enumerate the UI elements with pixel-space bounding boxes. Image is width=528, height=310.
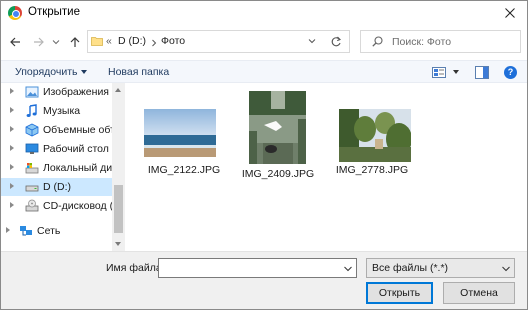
desktop-icon (25, 143, 39, 154)
file-item[interactable]: IMG_2778.JPG (328, 97, 416, 197)
network-icon (20, 226, 32, 236)
forward-button[interactable] (31, 34, 47, 50)
sidebar-item-pictures[interactable]: Изображения (1, 83, 112, 101)
dialog-footer: Имя файла: Все файлы (*.*) Открыть Отмен… (1, 251, 527, 309)
close-icon (505, 8, 515, 18)
file-item[interactable]: IMG_2122.JPG (140, 97, 228, 197)
expand-arrow-icon[interactable] (10, 145, 14, 151)
3d-objects-icon (25, 123, 39, 137)
chevron-down-icon[interactable] (308, 37, 316, 45)
command-bar: Упорядочить Новая папка ? (1, 60, 527, 83)
sidebar-item-label: Музыка (43, 105, 81, 117)
navigation-bar: « D (D:) Фото Поиск: Фото (1, 27, 527, 57)
breadcrumb-overflow[interactable]: « (106, 35, 112, 47)
trees-thumbnail (339, 109, 411, 162)
scroll-down-icon[interactable] (115, 242, 121, 246)
scrollbar-thumb[interactable] (114, 185, 123, 233)
refresh-icon (331, 36, 341, 46)
search-box[interactable]: Поиск: Фото (360, 30, 521, 53)
sidebar-item-label: Локальный диск (C:) (43, 162, 113, 174)
window-title: Открытие (28, 6, 80, 18)
chevron-down-icon (52, 40, 60, 45)
search-placeholder: Поиск: Фото (392, 36, 452, 48)
sidebar-item-desktop[interactable]: Рабочий стол (1, 140, 112, 158)
back-button[interactable] (7, 34, 23, 50)
folder-icon (91, 37, 103, 46)
pictures-icon (25, 86, 39, 98)
file-name: IMG_2122.JPG (147, 164, 221, 176)
sidebar-item-label: Рабочий стол (43, 143, 109, 155)
sidebar-item-3d-objects[interactable]: Объемные объекты (1, 121, 113, 139)
arrow-up-icon (70, 37, 80, 47)
expand-arrow-icon[interactable] (10, 88, 14, 94)
arrow-left-icon (10, 37, 20, 47)
sidebar-item-cd-drive[interactable]: CD-дисковод (F:) (1, 197, 113, 215)
recent-locations-button[interactable] (51, 34, 61, 50)
organize-label: Упорядочить (15, 66, 78, 78)
expand-arrow-icon[interactable] (10, 183, 14, 189)
chevron-down-icon[interactable] (344, 266, 352, 272)
sidebar-item-network[interactable]: Сеть (1, 222, 112, 240)
arrow-right-icon (34, 37, 44, 47)
cd-drive-icon (25, 199, 39, 212)
scroll-up-icon[interactable] (115, 88, 121, 92)
open-button[interactable]: Открыть (366, 282, 433, 304)
expand-arrow-icon[interactable] (6, 227, 10, 233)
sidebar-item-label: D (D:) (43, 181, 71, 193)
title-bar: Открытие (1, 1, 527, 25)
filename-input[interactable] (158, 258, 357, 278)
drive-icon (25, 185, 39, 192)
close-button[interactable] (493, 1, 527, 25)
sidebar-item-music[interactable]: Музыка (1, 102, 112, 120)
help-icon[interactable]: ? (504, 66, 517, 79)
file-name: IMG_2778.JPG (335, 164, 409, 176)
sidebar-item-d-drive[interactable]: D (D:) (1, 178, 112, 196)
caret-down-icon (81, 70, 88, 75)
new-folder-button[interactable]: Новая папка (108, 66, 169, 78)
beach-thumbnail (144, 109, 216, 157)
chrome-icon (8, 6, 22, 20)
view-options-icon[interactable] (432, 67, 446, 78)
view-dropdown-button[interactable] (453, 70, 459, 74)
expand-arrow-icon[interactable] (10, 202, 14, 208)
chevron-right-icon[interactable] (151, 39, 157, 47)
address-bar[interactable]: « D (D:) Фото (87, 30, 350, 53)
expand-arrow-icon[interactable] (10, 164, 14, 170)
cancel-button[interactable]: Отмена (443, 282, 515, 304)
sidebar-scrollbar[interactable] (112, 83, 125, 251)
file-type-select[interactable]: Все файлы (*.*) (366, 258, 515, 278)
local-disk-icon (25, 163, 39, 174)
expand-arrow-icon[interactable] (10, 126, 14, 132)
sidebar-item-label: Изображения (43, 86, 109, 98)
expand-arrow-icon[interactable] (10, 107, 14, 113)
navigation-pane: Изображения Музыка Объемные объекты (1, 83, 125, 251)
filename-label: Имя файла: (106, 262, 165, 274)
open-file-dialog: Открытие « D (D:) Фото Поиск: Фото Упоря… (0, 0, 528, 310)
music-icon (26, 104, 37, 117)
file-name: IMG_2409.JPG (241, 168, 315, 180)
search-icon (372, 36, 383, 47)
up-button[interactable] (67, 34, 83, 50)
garden-thumbnail (249, 91, 306, 164)
file-type-value: Все файлы (*.*) (372, 262, 449, 274)
sidebar-item-label: Сеть (37, 225, 61, 237)
chevron-down-icon (502, 266, 510, 272)
sidebar-item-label: CD-дисковод (F:) (43, 200, 113, 212)
breadcrumb-item-drive[interactable]: D (D:) (118, 35, 146, 47)
breadcrumb-item-folder[interactable]: Фото (161, 35, 185, 47)
organize-menu[interactable]: Упорядочить (15, 66, 88, 78)
file-list: IMG_2122.JPG IMG_2409.JPG IMG_2778.JPG (126, 83, 527, 251)
refresh-button[interactable] (323, 30, 350, 53)
sidebar-item-label: Объемные объекты (43, 124, 113, 136)
sidebar-item-local-disk[interactable]: Локальный диск (C:) (1, 159, 113, 177)
file-item[interactable]: IMG_2409.JPG (234, 87, 322, 187)
preview-pane-icon[interactable] (475, 66, 489, 79)
